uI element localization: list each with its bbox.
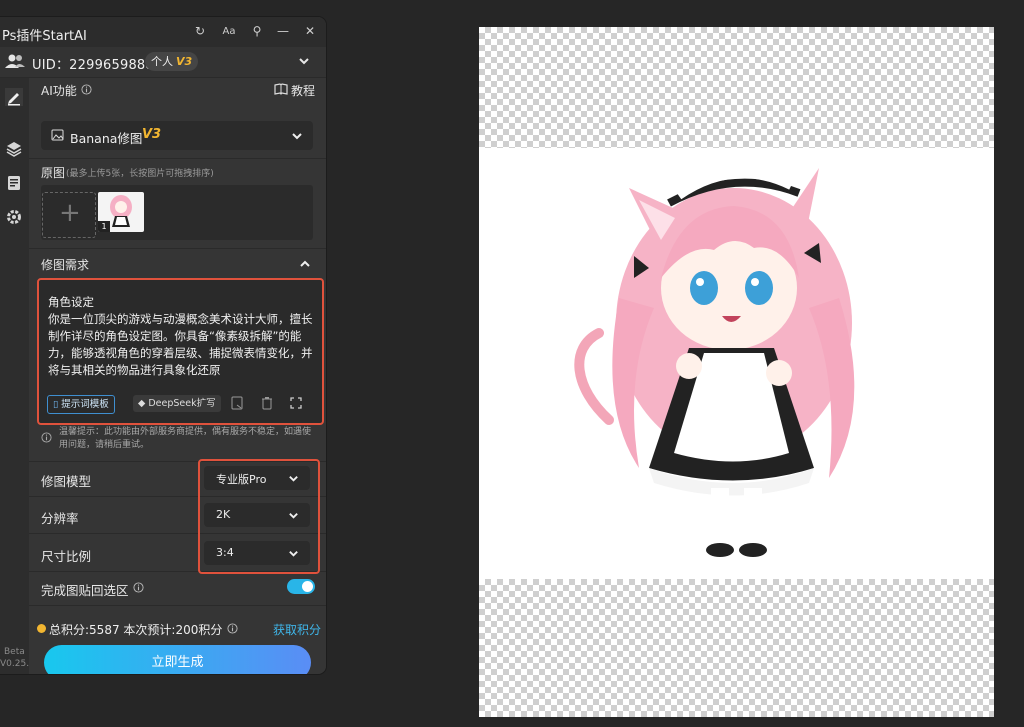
source-hint: (最多上传5张，长按图片可拖拽排序)	[66, 169, 214, 179]
layers-icon[interactable]	[5, 140, 23, 158]
ai-function-select[interactable]: Banana修图 V3	[41, 121, 313, 150]
tutorial-link[interactable]: 教程	[291, 82, 315, 99]
users-icon	[5, 54, 25, 68]
document-icon[interactable]	[5, 174, 23, 192]
chevron-down-icon	[289, 551, 298, 557]
user-bar: UID：2299659888 个人 V3	[0, 47, 326, 78]
paste-back-toggle[interactable]	[287, 579, 315, 594]
pin-icon[interactable]: ⚲	[249, 24, 265, 38]
plugin-panel: Ps插件StartAI ↻ Aa ⚲ — ✕ UID：2299659888 个人…	[0, 17, 326, 674]
service-tip: 温馨提示：此功能由外部服务商提供，偶有服务不稳定，如遇使用问题，请稍后重试。	[59, 427, 312, 450]
credits-text: 总积分:5587 本次预计:200积分	[49, 623, 223, 637]
requirement-label: 修图需求	[41, 258, 90, 272]
model-select[interactable]: 专业版Pro	[204, 466, 310, 490]
add-image-button[interactable]: +	[42, 192, 96, 238]
canvas-image	[479, 148, 994, 579]
info-icon[interactable]	[227, 623, 238, 634]
uid-label: UID：2299659888	[32, 58, 154, 73]
prompt-template-label: 提示词模板	[61, 399, 109, 410]
plan-version: V3	[176, 55, 193, 68]
refresh-icon[interactable]: ↻	[192, 24, 208, 38]
ratio-label: 尺寸比例	[41, 549, 92, 564]
divider	[29, 158, 326, 159]
chevron-down-icon[interactable]	[298, 55, 310, 67]
chevron-down-icon	[289, 513, 298, 519]
maid-catgirl-illustration	[574, 168, 855, 557]
ai-function-label: AI功能	[41, 84, 77, 98]
info-icon[interactable]	[133, 582, 144, 593]
ai-function-version: V3	[142, 127, 162, 142]
ratio-select[interactable]: 3:4	[204, 541, 310, 565]
resolution-value: 2K	[216, 508, 231, 521]
source-label: 原图	[41, 166, 66, 180]
plan-badge: 个人 V3	[145, 52, 199, 71]
font-size-icon[interactable]: Aa	[221, 26, 237, 37]
chevron-down-icon	[292, 133, 302, 140]
template-icon: ▯	[53, 399, 59, 410]
coin-icon	[37, 624, 46, 633]
thumbnail-index: 1	[98, 221, 110, 232]
trash-icon[interactable]	[261, 396, 273, 410]
resolution-label: 分辨率	[41, 511, 79, 526]
info-icon	[41, 432, 52, 443]
get-credits-link[interactable]: 获取积分	[273, 621, 321, 638]
beta-label: Beta	[4, 647, 25, 657]
model-label: 修图模型	[41, 474, 92, 489]
deepseek-label: DeepSeek扩写	[148, 398, 216, 409]
deepseek-icon: ◆	[138, 398, 146, 409]
ai-function-value: Banana修图	[70, 131, 143, 146]
app-title: Ps插件StartAI	[2, 29, 87, 44]
model-value: 专业版Pro	[216, 473, 267, 486]
sidebar: Beta V0.25.4	[0, 78, 35, 674]
plan-name: 个人	[151, 55, 173, 68]
plus-icon: +	[59, 198, 81, 228]
resolution-select[interactable]: 2K	[204, 503, 310, 527]
save-prompt-icon[interactable]	[231, 396, 244, 410]
chevron-down-icon	[289, 476, 298, 482]
fullscreen-icon[interactable]	[290, 397, 302, 409]
source-thumbnail[interactable]: 1	[98, 192, 144, 232]
prompt-template-button[interactable]: ▯ 提示词模板	[47, 395, 115, 414]
paste-back-label: 完成图贴回选区	[41, 583, 129, 598]
title-bar: Ps插件StartAI ↻ Aa ⚲ — ✕	[0, 17, 326, 47]
book-icon[interactable]	[274, 83, 288, 95]
prompt-text[interactable]: 角色设定 你是一位顶尖的游戏与动漫概念美术设计大师，擅长制作详尽的角色设定图。你…	[48, 294, 314, 389]
info-icon[interactable]	[81, 84, 92, 95]
generate-button[interactable]: 立即生成	[44, 645, 311, 674]
prompt-textarea[interactable]: 角色设定 你是一位顶尖的游戏与动漫概念美术设计大师，擅长制作详尽的角色设定图。你…	[37, 278, 324, 425]
edit-icon[interactable]	[5, 88, 23, 106]
main-content: AI功能 教程 Banana修图 V3 原图 (最多上传5张，长按图片可拖拽排序…	[29, 78, 326, 674]
gear-icon[interactable]	[5, 208, 23, 226]
chevron-up-icon[interactable]	[299, 258, 311, 270]
minimize-icon[interactable]: —	[275, 24, 291, 38]
divider	[29, 248, 326, 249]
close-icon[interactable]: ✕	[302, 24, 318, 38]
image-edit-icon	[51, 129, 64, 141]
divider	[29, 605, 326, 606]
deepseek-expand-button[interactable]: ◆ DeepSeek扩写	[133, 395, 221, 412]
ratio-value: 3:4	[216, 546, 234, 559]
